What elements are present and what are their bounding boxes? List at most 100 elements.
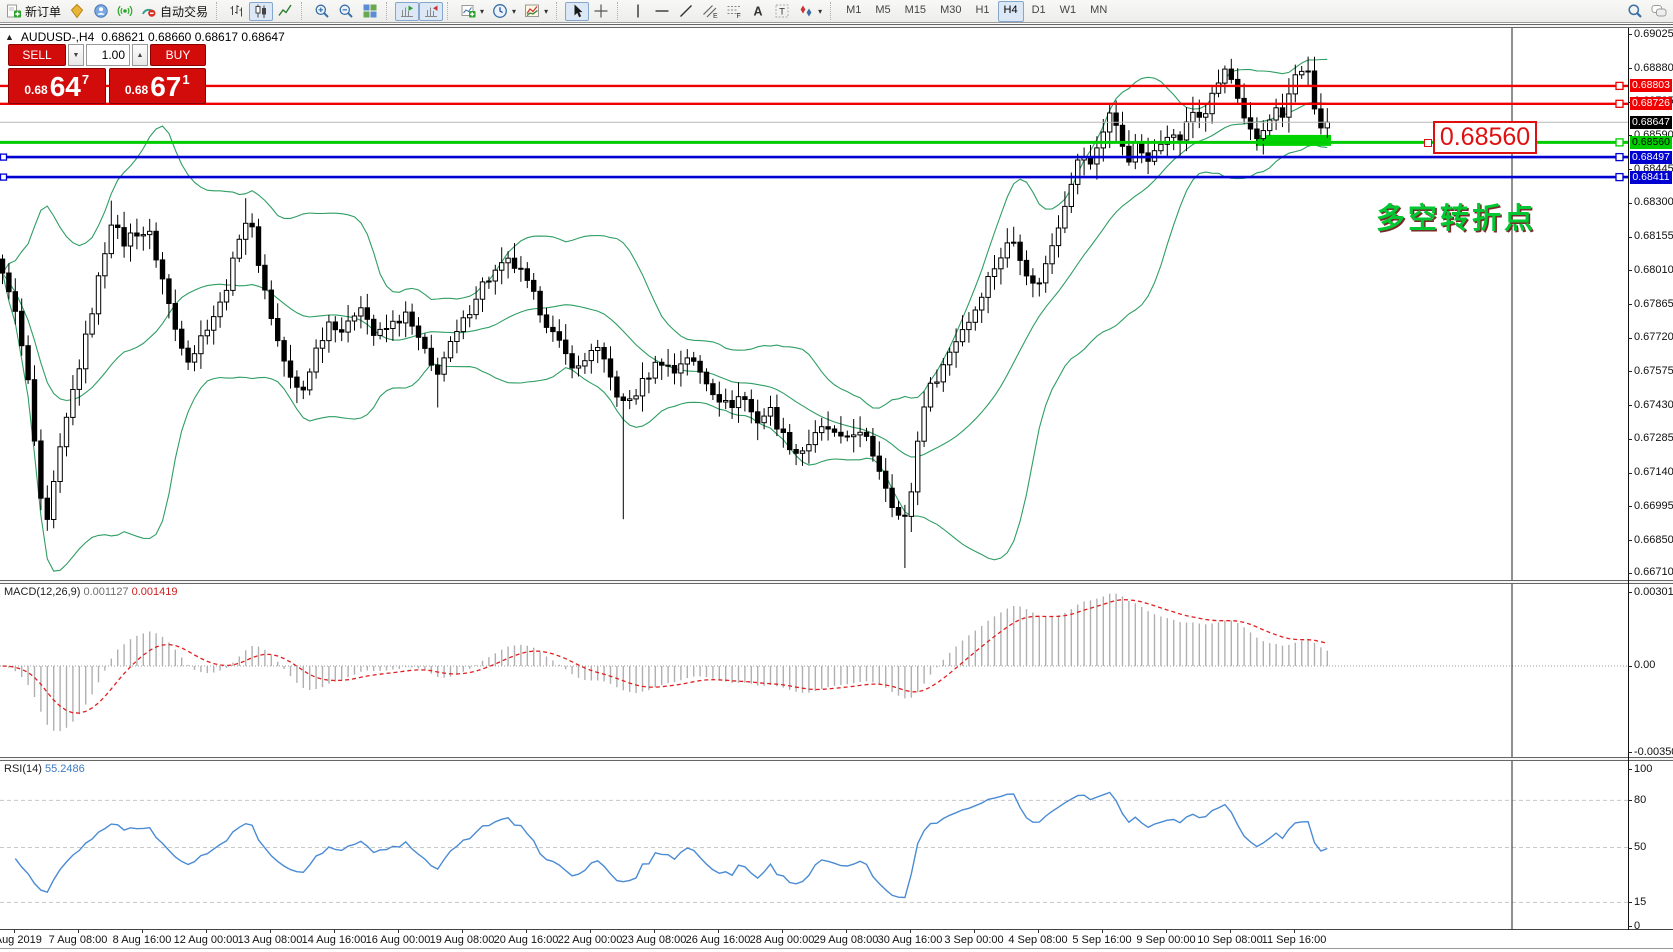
new-order-button[interactable]: 新订单 xyxy=(2,2,65,21)
macd-tick xyxy=(1628,752,1632,753)
price-tick-label: 0.67430 xyxy=(1634,399,1673,412)
new-chart-button[interactable]: ▾ xyxy=(456,2,488,21)
fibonacci-button[interactable]: F xyxy=(722,2,746,21)
time-tick-label: 7 Aug 08:00 xyxy=(49,934,108,946)
time-tick xyxy=(142,930,143,933)
timeframe-m5-button[interactable]: M5 xyxy=(869,1,896,22)
time-tick xyxy=(334,930,335,933)
timeframe-h1-button[interactable]: H1 xyxy=(969,1,995,22)
candlestick-chart-button[interactable] xyxy=(249,2,273,21)
panel-divider[interactable] xyxy=(0,757,1673,761)
hline-icon xyxy=(654,3,670,19)
text-label-button[interactable]: T xyxy=(770,2,794,21)
signals-button[interactable] xyxy=(113,2,137,21)
one-click-trading-panel: SELL ▼ 1.00 ▲ BUY 0.68647 0.68671 xyxy=(8,44,206,104)
rsi-panel[interactable] xyxy=(0,761,1628,929)
arrows-button[interactable]: ▾ xyxy=(794,2,826,21)
macd-panel[interactable] xyxy=(0,584,1628,757)
chat-icon xyxy=(1651,3,1667,19)
crosshair-button[interactable] xyxy=(589,2,613,21)
chart-shift-button[interactable] xyxy=(419,2,443,21)
buy-button[interactable]: BUY xyxy=(150,44,206,66)
time-tick xyxy=(1166,930,1167,933)
zoom-in-button[interactable] xyxy=(310,2,334,21)
chart-window[interactable]: ▲ AUDUSD-,H4 0.68621 0.68660 0.68617 0.6… xyxy=(0,24,1673,952)
trend-icon xyxy=(678,3,694,19)
time-tick xyxy=(1102,930,1103,933)
autotrading-button[interactable]: 自动交易 xyxy=(137,2,212,21)
price-line-label: 0.68726 xyxy=(1630,97,1672,110)
newchart-icon xyxy=(460,3,476,19)
collapse-quote-panel-icon[interactable]: ▲ xyxy=(5,32,14,42)
time-tick xyxy=(462,930,463,933)
templates-button[interactable]: ▾ xyxy=(520,2,552,21)
timeframe-m15-button[interactable]: M15 xyxy=(899,1,932,22)
price-tick xyxy=(1628,270,1632,271)
time-tick xyxy=(1038,930,1039,933)
line-anchor-square xyxy=(1616,82,1623,89)
price-axis[interactable] xyxy=(1628,28,1629,930)
main-chart-panel[interactable] xyxy=(0,28,1628,580)
volume-increase-button[interactable]: ▲ xyxy=(132,44,148,66)
price-tick-label: 0.66850 xyxy=(1634,534,1673,547)
macd-label: MACD(12,26,9) 0.001127 0.001419 xyxy=(4,586,178,598)
periodicity-button[interactable]: ▾ xyxy=(488,2,520,21)
time-tick-label: 22 Aug 00:00 xyxy=(558,934,623,946)
community-button[interactable] xyxy=(89,2,113,21)
volume-decrease-button[interactable]: ▼ xyxy=(68,44,84,66)
timeframe-w1-button[interactable]: W1 xyxy=(1054,1,1083,22)
price-tick-label: 0.68155 xyxy=(1634,230,1673,243)
time-tick-label: 16 Aug 00:00 xyxy=(366,934,431,946)
chat-button[interactable] xyxy=(1647,2,1671,21)
time-axis-border xyxy=(0,929,1673,930)
timeframe-m30-button[interactable]: M30 xyxy=(934,1,967,22)
time-tick xyxy=(846,930,847,933)
price-callout[interactable]: 0.68560 xyxy=(1433,121,1537,154)
timeframe-d1-button[interactable]: D1 xyxy=(1026,1,1052,22)
sell-button[interactable]: SELL xyxy=(8,44,66,66)
price-tick-label: 0.67140 xyxy=(1634,466,1673,479)
time-tick xyxy=(398,930,399,933)
equidistant-channel-button[interactable]: E xyxy=(698,2,722,21)
timeframe-h4-button[interactable]: H4 xyxy=(998,1,1024,22)
vline-icon xyxy=(630,3,646,19)
rsi-tick-label: 0 xyxy=(1634,920,1640,933)
candles-icon xyxy=(253,3,269,19)
panel-divider[interactable] xyxy=(0,580,1673,584)
bar-chart-button[interactable] xyxy=(225,2,249,21)
price-tick xyxy=(1628,506,1632,507)
timeframe-m1-button[interactable]: M1 xyxy=(840,1,867,22)
time-tick xyxy=(718,930,719,933)
horizontal-line-button[interactable] xyxy=(650,2,674,21)
time-tick-label: 8 Aug 16:00 xyxy=(113,934,172,946)
cursor-icon xyxy=(569,3,585,19)
cursor-button[interactable] xyxy=(565,2,589,21)
autoscroll-icon xyxy=(399,3,415,19)
buy-price[interactable]: 0.68671 xyxy=(109,68,207,104)
time-tick xyxy=(14,930,15,933)
price-line-label: 0.68803 xyxy=(1630,79,1672,92)
price-tick xyxy=(1628,439,1632,440)
text-button[interactable]: A xyxy=(746,2,770,21)
toolbar-separator xyxy=(556,2,561,20)
rsi-tick xyxy=(1628,926,1632,927)
time-tick-label: 5 Sep 16:00 xyxy=(1072,934,1131,946)
auto-scroll-button[interactable] xyxy=(395,2,419,21)
zoomin-icon xyxy=(314,3,330,19)
trendline-button[interactable] xyxy=(674,2,698,21)
price-tick xyxy=(1628,169,1632,170)
search-button[interactable] xyxy=(1623,2,1647,21)
gold-badge-button[interactable] xyxy=(65,2,89,21)
line-anchor-square xyxy=(1616,174,1623,181)
line-chart-button[interactable] xyxy=(273,2,297,21)
vertical-line-button[interactable] xyxy=(626,2,650,21)
price-tick-label: 0.67720 xyxy=(1634,331,1673,344)
volume-input[interactable]: 1.00 xyxy=(86,44,130,66)
toolbar-separator xyxy=(830,2,835,20)
sell-price[interactable]: 0.68647 xyxy=(8,68,106,104)
timeframe-mn-button[interactable]: MN xyxy=(1084,1,1113,22)
time-tick xyxy=(270,930,271,933)
zoom-out-button[interactable] xyxy=(334,2,358,21)
tile-windows-button[interactable] xyxy=(358,2,382,21)
time-tick-label: 4 Sep 08:00 xyxy=(1008,934,1067,946)
